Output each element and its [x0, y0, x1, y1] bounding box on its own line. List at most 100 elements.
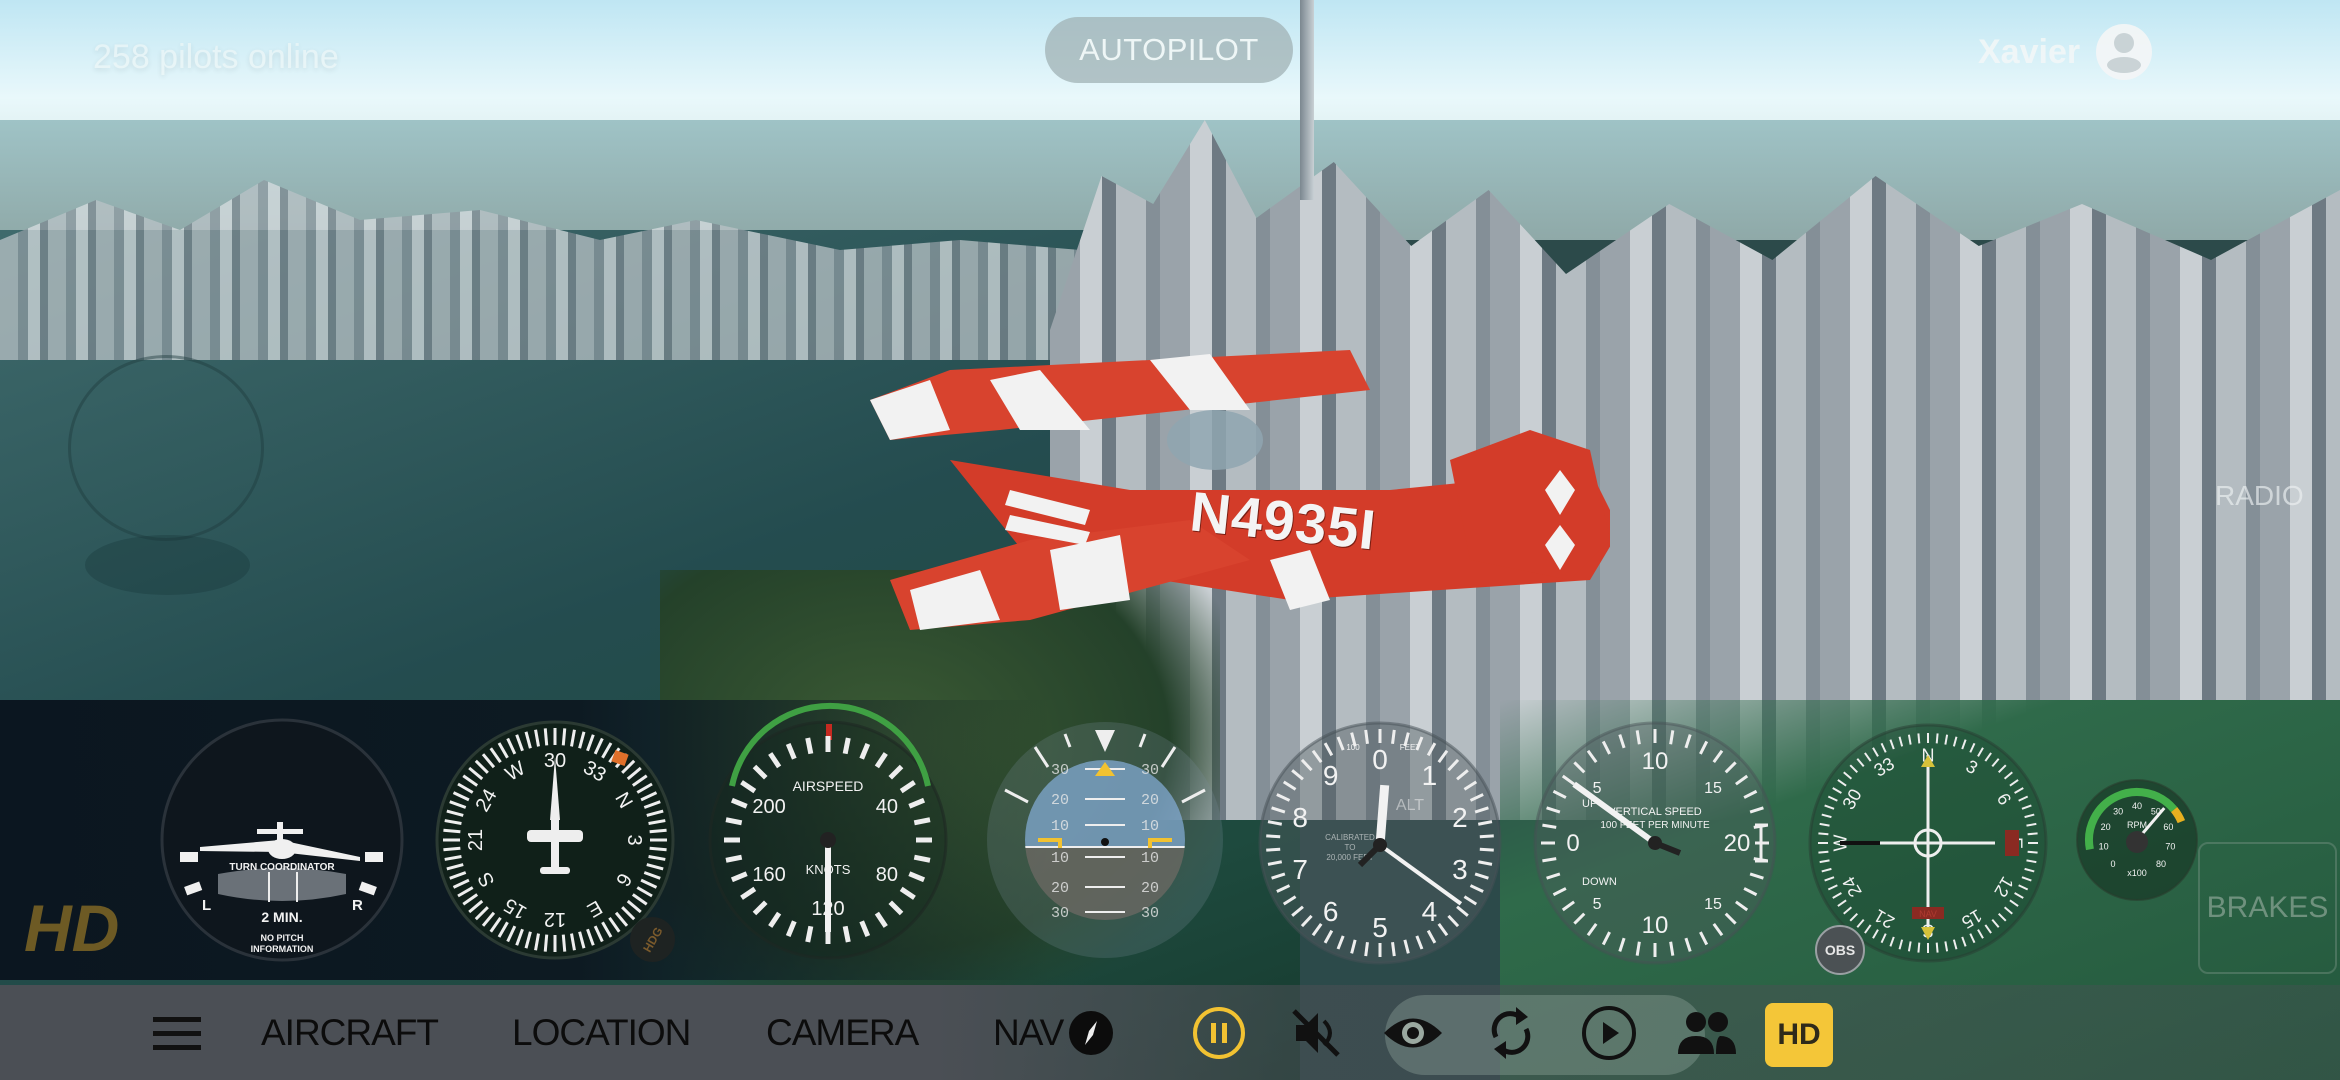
- altimeter-label: 7: [1292, 854, 1308, 885]
- rpm-label: 30: [2113, 807, 2123, 817]
- brakes-button[interactable]: BRAKES: [2198, 842, 2337, 974]
- rpm-title: RPM: [2127, 820, 2147, 830]
- refresh-icon[interactable]: [1478, 1000, 1544, 1066]
- nav-tick: [1935, 733, 1939, 744]
- obs-knob[interactable]: OBS: [1815, 925, 1865, 975]
- rpm-label: 40: [2132, 801, 2142, 811]
- heading-tick: [649, 846, 667, 852]
- throttle-pad[interactable]: [85, 535, 250, 595]
- compass-icon: [1069, 1010, 1114, 1055]
- pause-icon[interactable]: [1186, 1000, 1252, 1066]
- menu-aircraft[interactable]: AIRCRAFT: [261, 985, 439, 1080]
- vsi-subtitle: 100 FEET PER MINUTE: [1600, 820, 1710, 831]
- pitch-label: 10: [1141, 850, 1159, 867]
- airspeed-title: AIRSPEED: [793, 778, 864, 794]
- altimeter-tick: [1266, 847, 1281, 852]
- nav-flag: NAV: [1919, 909, 1937, 919]
- heading-tick: [561, 934, 567, 952]
- airspeed-label: 160: [752, 864, 785, 886]
- rpm-label: 60: [2163, 822, 2173, 832]
- airspeed-tick: [725, 817, 743, 826]
- pitch-label: 20: [1051, 880, 1069, 897]
- radio-button[interactable]: RADIO: [2215, 480, 2304, 512]
- rpm-label: 80: [2156, 859, 2166, 869]
- avatar-icon: [2096, 24, 2153, 80]
- menu-camera[interactable]: CAMERA: [766, 985, 919, 1080]
- rpm-label: 0: [2110, 859, 2115, 869]
- pitch-label: 10: [1051, 818, 1069, 835]
- altimeter-tick: [1391, 729, 1396, 744]
- joystick-ring[interactable]: [68, 355, 264, 541]
- altimeter-feet-label: FEET: [1400, 743, 1421, 752]
- heading-indicator-gauge: N36E1215S2124W3033 HDG: [430, 712, 684, 972]
- nav-tick: [1818, 832, 1829, 836]
- altimeter-gauge: 0123456789 100 FEET ALT CALIBRATED TO 20…: [1255, 715, 1505, 975]
- altimeter-label: 9: [1323, 760, 1339, 791]
- pitch-label: 30: [1141, 905, 1159, 922]
- eye-icon[interactable]: [1380, 1000, 1446, 1066]
- vsi-label: 0: [1566, 830, 1579, 857]
- airspeed-tick: [805, 737, 814, 755]
- information-label: INFORMATION: [251, 944, 314, 954]
- pitch-label: 30: [1141, 762, 1159, 779]
- heading-tick: [443, 846, 461, 852]
- attitude-indicator-gauge: 30 30 20 20 10 10 10 10 20 20 30 30: [987, 712, 1230, 977]
- altimeter-100-label: 100: [1346, 743, 1360, 752]
- vsi-label: 5: [1593, 780, 1602, 797]
- altimeter-tick: [1479, 847, 1494, 852]
- altimeter-tick: [1479, 834, 1494, 839]
- hamburger-menu-icon[interactable]: [144, 1000, 210, 1066]
- pilots-online-count[interactable]: 258 pilots online: [93, 38, 339, 77]
- vsi-label: 10: [1642, 748, 1669, 775]
- menu-nav-label: NAV: [993, 1011, 1064, 1053]
- rpm-gauge: 0 10 20 30 40 50 60 70 80 RPM x100: [2072, 778, 2202, 913]
- hd-logo: HD: [24, 891, 120, 965]
- rpm-label: 70: [2165, 842, 2175, 852]
- people-icon[interactable]: [1674, 1000, 1740, 1066]
- tower-spire: [1300, 0, 1314, 200]
- nav-tick: [1917, 733, 1921, 744]
- turn-coordinator-title: TURN COORDINATOR: [229, 862, 335, 873]
- pitch-label: 30: [1051, 762, 1069, 779]
- play-icon[interactable]: [1576, 1000, 1642, 1066]
- turn-coordinator-gauge: TURN COORDINATOR L R 2 MIN. NO PITCH INF…: [160, 712, 405, 972]
- heading-tick: [543, 728, 549, 746]
- airspeed-tick: [842, 925, 851, 943]
- altimeter-label: 0: [1372, 744, 1388, 775]
- altimeter-label: 3: [1452, 854, 1468, 885]
- pitch-label: 20: [1051, 792, 1069, 809]
- nav-tick: [1917, 942, 1921, 953]
- pitch-label: 10: [1051, 850, 1069, 867]
- user-name: Xavier: [1978, 32, 2081, 71]
- altimeter-tick: [1266, 834, 1281, 839]
- altimeter-label: 1: [1422, 760, 1438, 791]
- hdg-label: HDG: [639, 924, 666, 955]
- rpm-label: 10: [2099, 842, 2109, 852]
- menu-location[interactable]: LOCATION: [512, 985, 691, 1080]
- airspeed-tick: [913, 854, 931, 863]
- heading-tick: [543, 934, 549, 952]
- altimeter-alt-label: ALT: [1396, 797, 1424, 814]
- altimeter-1000ft-needle: [1375, 784, 1390, 846]
- altimeter-tick: [1364, 729, 1369, 744]
- airspeed-tick: [725, 854, 743, 863]
- hd-toggle-button[interactable]: HD: [1765, 1003, 1833, 1067]
- calibrated-to-label: TO: [1345, 843, 1356, 852]
- altimeter-label: 2: [1452, 802, 1468, 833]
- pitch-label: 20: [1141, 792, 1159, 809]
- airspeed-label: 200: [752, 796, 785, 818]
- user-profile[interactable]: Xavier: [1978, 24, 2153, 80]
- autopilot-button[interactable]: AUTOPILOT: [1045, 17, 1293, 83]
- airspeed-tick: [805, 925, 814, 943]
- nav-tick: [1818, 850, 1829, 854]
- altimeter-label: 4: [1422, 896, 1438, 927]
- sound-muted-icon[interactable]: [1283, 1000, 1349, 1066]
- turn-rate-label: 2 MIN.: [261, 909, 302, 925]
- vsi-label: 10: [1642, 912, 1669, 939]
- pitch-label: 10: [1141, 818, 1159, 835]
- airspeed-tick: [842, 737, 851, 755]
- altimeter-label: 6: [1323, 896, 1339, 927]
- vsi-label: 5: [1593, 896, 1602, 913]
- vsi-down-label: DOWN: [1582, 876, 1617, 888]
- menu-nav[interactable]: NAV: [993, 985, 1115, 1080]
